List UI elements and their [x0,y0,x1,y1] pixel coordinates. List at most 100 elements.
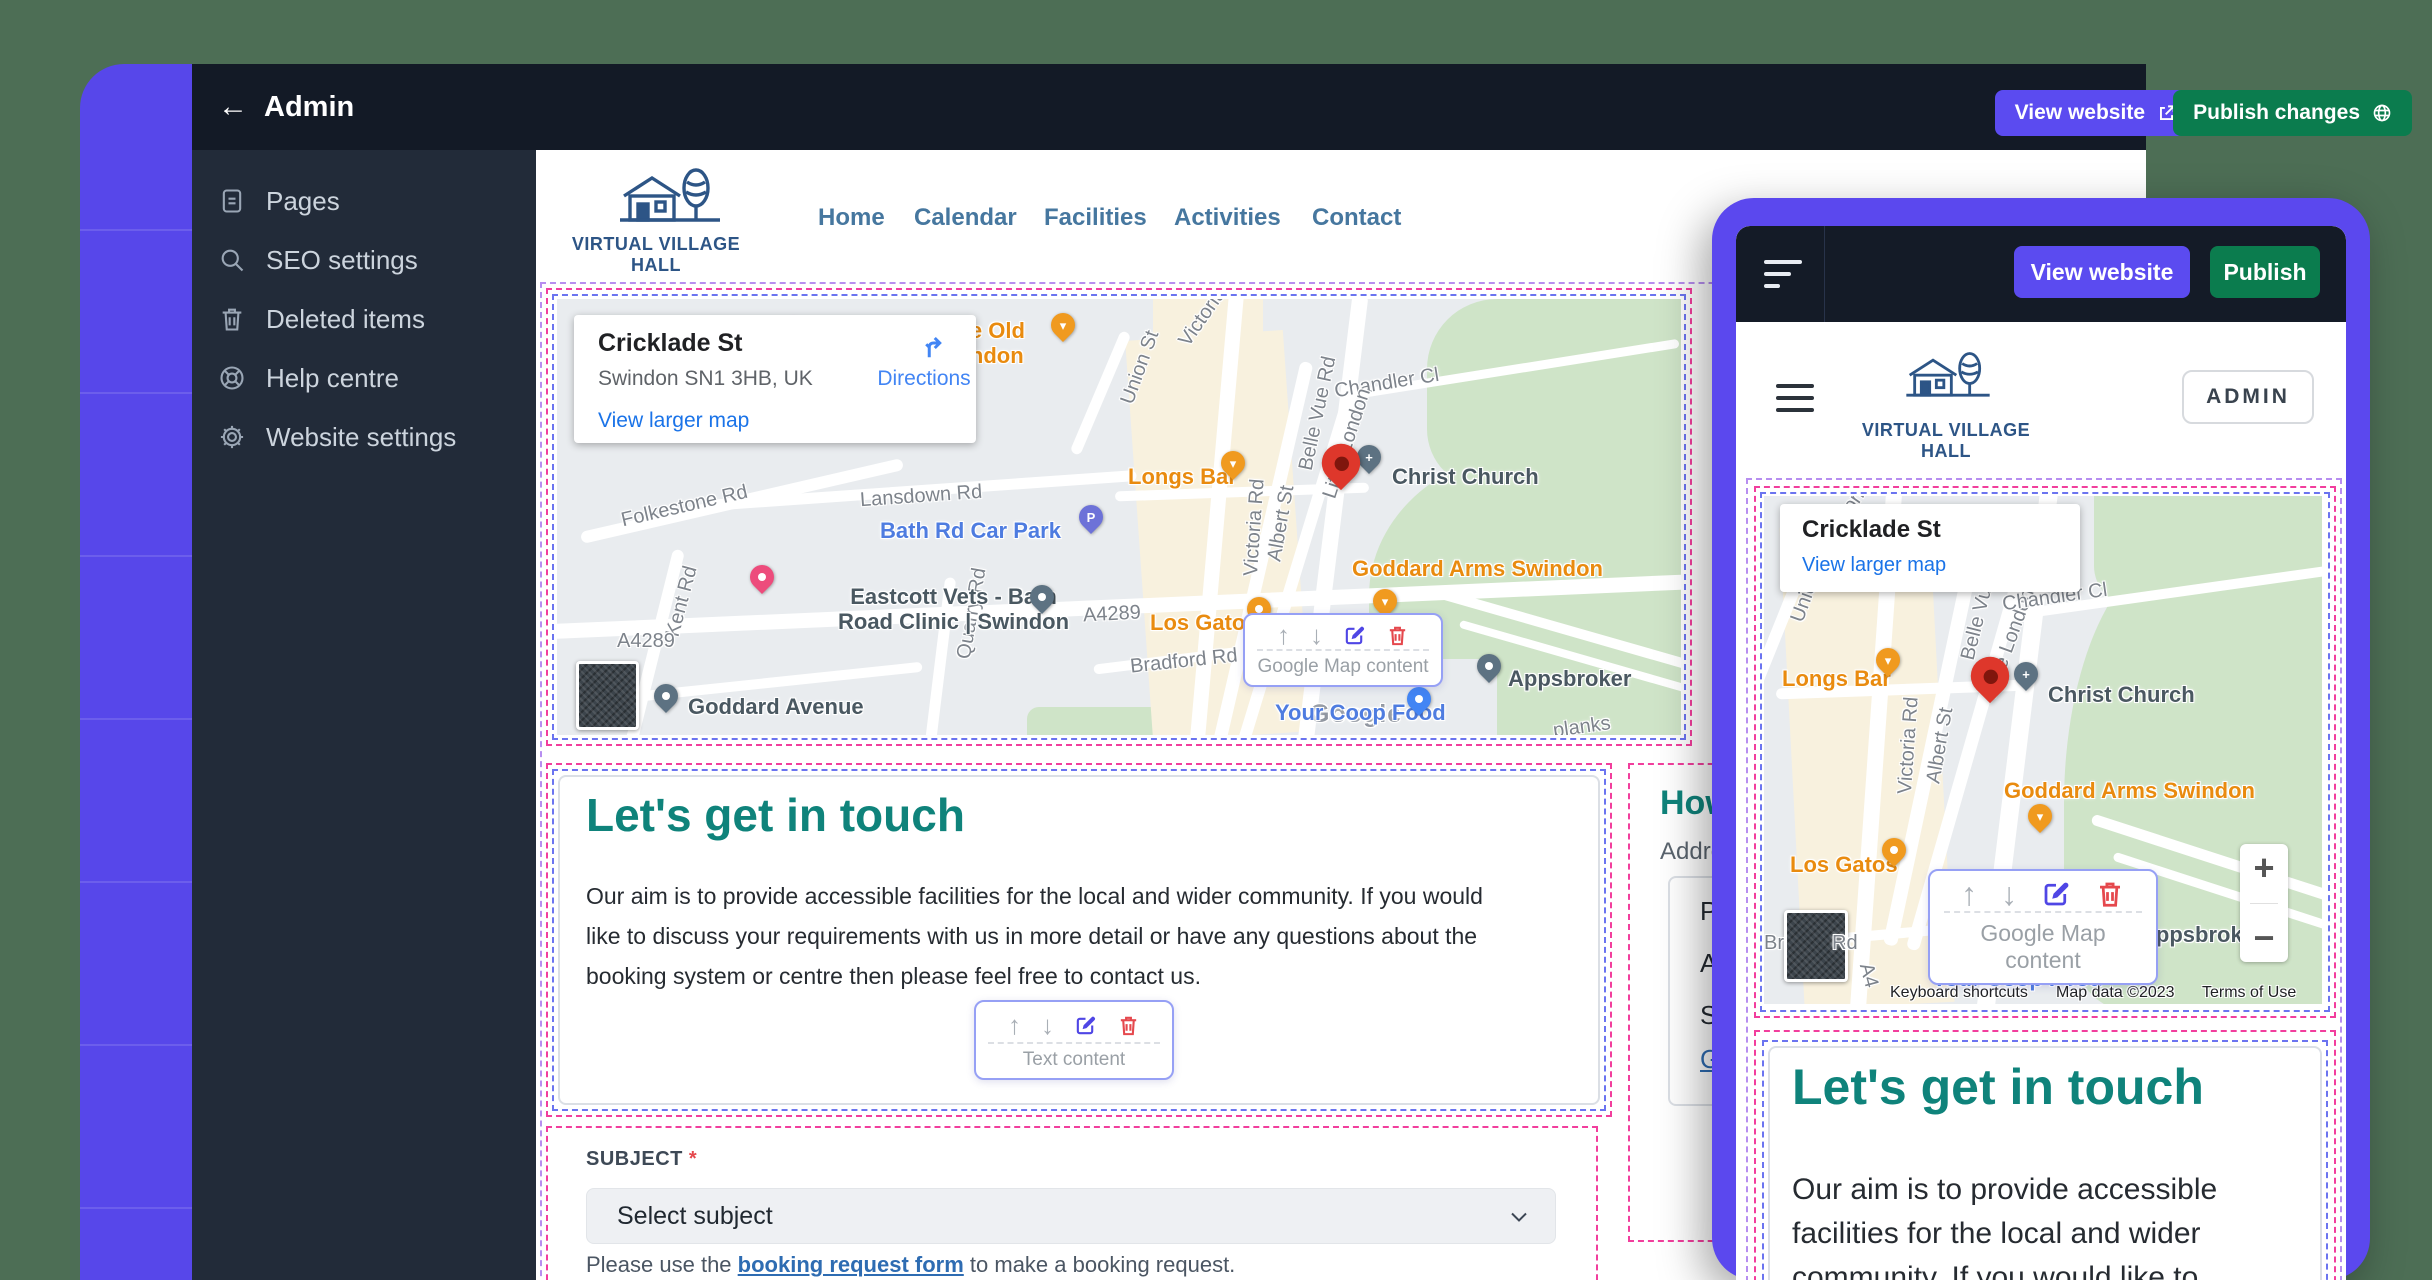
map-pin [1025,580,1059,614]
map-pin [745,560,779,594]
map-label: A4289 [617,630,675,653]
contact-body: Our aim is to provide accessible facilit… [586,876,1483,996]
map-pin: + [2009,657,2043,691]
move-up-icon[interactable]: ↑ [1961,878,1977,910]
sidebar-item-website-settings[interactable]: Website settings [192,408,536,466]
map-content-label: Google Map content [1944,911,2143,983]
map-content-control: ↑ ↓ Google Map content [1243,613,1443,687]
map-label: A4289 [1082,602,1141,628]
view-larger-map-link[interactable]: View larger map [1802,554,1946,577]
google-map-embed[interactable]: Cricklade St View larger map + − Keyboar… [1764,496,2322,1004]
search-icon [218,246,246,274]
text-content-control: ↑ ↓ Text content [974,1000,1174,1080]
text-content-label: Text content [988,1042,1160,1078]
map-label: Rd [1832,932,1858,955]
map-label: Appsbroker [1508,666,1631,691]
chevron-down-icon [1507,1205,1531,1229]
nav-activities[interactable]: Activities [1174,204,1281,232]
move-down-icon[interactable]: ↓ [1041,1012,1054,1038]
map-pin [649,679,683,713]
edit-icon[interactable] [1074,1014,1097,1037]
publish-changes-button[interactable]: Publish changes [2173,90,2412,136]
google-map-embed[interactable]: Cricklade St Swindon SN1 3HB, UK View la… [557,299,1681,735]
view-website-button[interactable]: View website [1995,90,2196,136]
globe-icon [2372,103,2392,123]
map-content-label: Google Map content [1257,649,1429,685]
zoom-out-button[interactable]: − [2253,920,2274,956]
admin-title: Admin [264,91,354,124]
map-pin [1314,436,1368,490]
map-label: Lansdown Rd [859,481,983,512]
contact-heading: Let's get in touch [1792,1058,2204,1116]
zoom-in-button[interactable]: + [2253,850,2274,886]
map-pin [1472,649,1506,683]
map-content-control: ↑ ↓ Google Map content [1928,869,2158,985]
contact-heading: Let's get in touch [586,788,965,842]
sidebar-item-help-centre[interactable]: Help centre [192,349,536,407]
map-label: Longs Bar [1782,666,1891,691]
booking-helper-text: Please use the booking request form to m… [586,1252,1235,1278]
back-arrow-icon[interactable]: ← [218,92,248,122]
sidebar-item-pages[interactable]: Pages [192,172,536,230]
map-pin: P [1074,500,1108,534]
mobile-admin-button[interactable]: ADMIN [2182,370,2314,424]
edit-icon[interactable] [2041,879,2071,909]
delete-icon[interactable] [1386,624,1409,647]
sidebar-item-deleted-items[interactable]: Deleted items [192,290,536,348]
delete-icon[interactable] [2095,879,2125,909]
edit-icon[interactable] [1343,624,1366,647]
screenshot-stage: ← Admin View website Publish changes Pag… [0,0,2432,1280]
map-label: Folkestone Rd [619,481,750,532]
directions-icon[interactable] [918,331,948,361]
required-asterisk: * [689,1148,697,1170]
map-label: Br [1764,932,1784,955]
nav-home[interactable]: Home [818,204,885,232]
view-larger-map-link[interactable]: View larger map [598,409,749,433]
keyboard-shortcuts-link[interactable]: Keyboard shortcuts [1890,984,2028,1002]
map-label: Goddard Arms Swindon [1352,556,1603,581]
gear-icon [218,423,246,451]
directions-link[interactable]: Directions [874,367,974,391]
map-info-card: Cricklade St View larger map [1780,504,2080,592]
map-label: Los Gatos [1150,610,1258,635]
move-up-icon[interactable]: ↑ [1277,622,1290,648]
site-logo-icon [610,162,730,232]
map-pin: ▾ [1871,643,1905,677]
site-logo-icon [1898,338,1998,414]
map-zoom-control: + − [2240,844,2288,962]
map-card-address: Swindon SN1 3HB, UK [598,367,813,391]
map-pin: ▾ [1046,308,1080,342]
nav-facilities[interactable]: Facilities [1044,204,1147,232]
map-pin: ▾ [2023,799,2057,833]
terms-of-use-link[interactable]: Terms of Use [2202,984,2296,1002]
map-label: Christ Church [2048,682,2195,707]
street-view-thumbnail[interactable] [576,661,639,730]
admin-sidebar: Pages SEO settings Deleted items Help ce… [192,150,536,1280]
move-down-icon[interactable]: ↓ [2001,878,2017,910]
map-pin [1963,649,2017,703]
purple-accent-strip [80,64,192,1280]
mobile-preview-screen: View website Publish VIRTUAL VILLAGE HAL… [1736,226,2346,1280]
nav-calendar[interactable]: Calendar [914,204,1017,232]
map-card-title: Cricklade St [598,329,743,358]
nav-contact[interactable]: Contact [1312,204,1401,232]
map-data-attribution: Map data ©2023 [2056,984,2175,1002]
delete-icon[interactable] [1117,1014,1140,1037]
subject-select[interactable]: Select subject [586,1188,1556,1244]
booking-request-form-link[interactable]: booking request form [738,1252,964,1277]
mobile-publish-button[interactable]: Publish [2210,246,2320,298]
mobile-preview-frame: View website Publish VIRTUAL VILLAGE HAL… [1712,198,2370,1280]
life-ring-icon [218,364,246,392]
mobile-admin-topbar: View website Publish [1736,226,2346,322]
sidebar-item-seo-settings[interactable]: SEO settings [192,231,536,289]
map-label: Bath Rd Car Park [880,518,1061,543]
mobile-view-website-button[interactable]: View website [2014,246,2190,298]
map-label: Christ Church [1392,464,1539,489]
contact-body: Our aim is to provide accessible facilit… [1792,1168,2217,1280]
move-up-icon[interactable]: ↑ [1008,1012,1021,1038]
move-down-icon[interactable]: ↓ [1310,622,1323,648]
trash-icon [218,305,246,333]
site-logo-title[interactable]: VIRTUAL VILLAGE HALL [548,234,764,276]
map-pin [1402,682,1436,716]
site-logo-title[interactable]: VIRTUAL VILLAGE HALL [1846,420,2046,462]
